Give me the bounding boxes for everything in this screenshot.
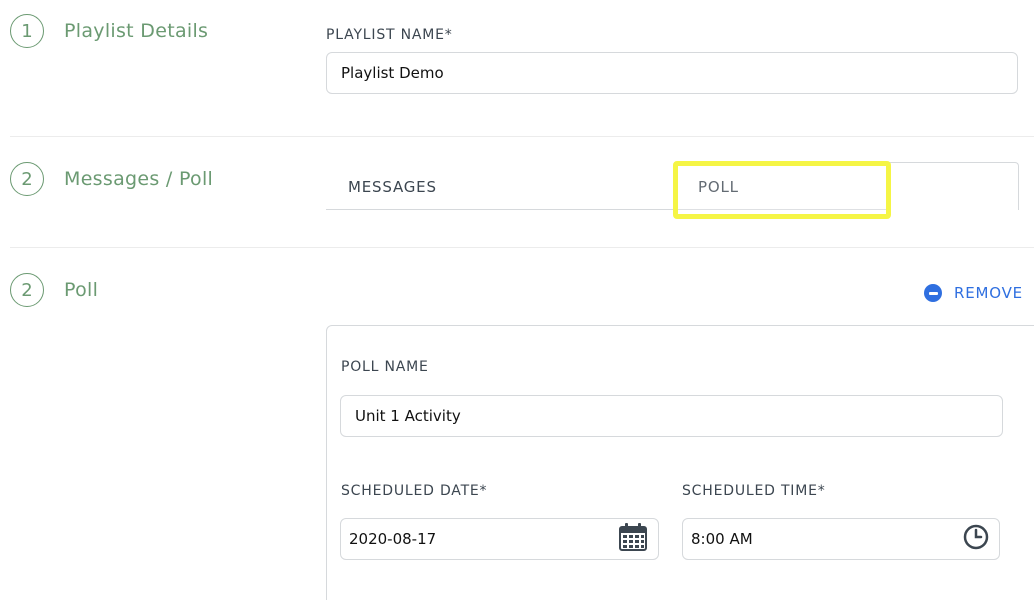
step-number: 1 [10, 14, 44, 48]
playlist-name-input[interactable]: Playlist Demo [326, 52, 1018, 94]
step-title: Poll [64, 279, 99, 301]
step-title: Messages / Poll [64, 168, 214, 190]
playlist-name-label: PLAYLIST NAME* [326, 27, 453, 43]
tab-messages[interactable]: MESSAGES [348, 178, 437, 196]
poll-name-label: POLL NAME [341, 359, 429, 375]
remove-label: REMOVE [954, 284, 1023, 302]
step-poll: 2 Poll [10, 273, 98, 307]
minus-circle-icon [924, 284, 942, 302]
playlist-name-value: Playlist Demo [341, 64, 444, 82]
step-messages-poll: 2 Messages / Poll [10, 162, 213, 196]
remove-poll-button[interactable]: REMOVE [924, 284, 1023, 302]
step-playlist-details: 1 Playlist Details [10, 14, 208, 48]
scheduled-time-input[interactable]: 8:00 AM [682, 518, 1000, 560]
poll-tab-highlight [673, 161, 891, 219]
poll-name-input[interactable]: Unit 1 Activity [340, 395, 1003, 437]
scheduled-time-label: SCHEDULED TIME* [682, 483, 826, 499]
scheduled-time-value: 8:00 AM [691, 530, 753, 548]
scheduled-date-value: 2020-08-17 [349, 530, 437, 548]
step-title: Playlist Details [64, 20, 209, 42]
section-divider [10, 136, 1034, 137]
step-number: 2 [10, 273, 44, 307]
step-number: 2 [10, 162, 44, 196]
scheduled-date-label: SCHEDULED DATE* [341, 483, 488, 499]
tab-active-border [888, 162, 1019, 210]
poll-name-value: Unit 1 Activity [355, 407, 461, 425]
scheduled-date-input[interactable]: 2020-08-17 [340, 518, 659, 560]
clock-icon[interactable] [963, 524, 989, 554]
calendar-icon[interactable] [618, 522, 648, 556]
section-divider [10, 247, 1034, 248]
